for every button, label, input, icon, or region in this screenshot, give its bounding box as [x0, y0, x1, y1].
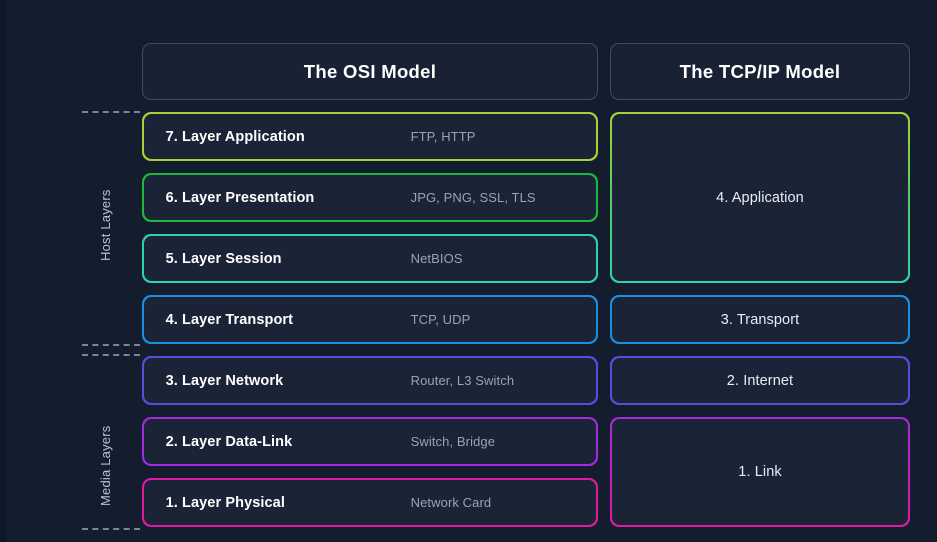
osi-layer-6-name: 6. Layer Presentation — [165, 189, 315, 206]
osi-layer-4-name: 4. Layer Transport — [165, 311, 294, 328]
group-divider-mid-a — [82, 344, 140, 346]
osi-layer-4[interactable]: 4. Layer Transport TCP, UDP — [142, 295, 598, 344]
osi-layer-3[interactable]: 3. Layer Network Router, L3 Switch — [142, 356, 598, 405]
group-label-media-layers: Media Layers — [98, 425, 113, 507]
diagram-canvas: Host Layers Media Layers The OSI Model T… — [0, 0, 937, 542]
tcpip-layer-4-application[interactable]: 4. Application — [610, 112, 910, 283]
osi-layer-7-name: 7. Layer Application — [165, 128, 305, 145]
tcpip-layer-3-transport[interactable]: 3. Transport — [610, 295, 910, 344]
tcpip-layer-2-label: 2. Internet — [726, 372, 794, 389]
osi-layer-3-name: 3. Layer Network — [165, 372, 284, 389]
group-divider-top — [82, 111, 140, 113]
osi-layer-7-protocols: FTP, HTTP — [410, 129, 476, 144]
osi-layer-7[interactable]: 7. Layer Application FTP, HTTP — [142, 112, 598, 161]
tcpip-header-title: The TCP/IP Model — [679, 60, 841, 82]
osi-layer-2[interactable]: 2. Layer Data-Link Switch, Bridge — [142, 417, 598, 466]
tcpip-layer-2-internet[interactable]: 2. Internet — [610, 356, 910, 405]
osi-layer-3-protocols: Router, L3 Switch — [410, 373, 515, 388]
layer-group-rail: Host Layers Media Layers — [0, 0, 140, 542]
tcpip-layer-3-label: 3. Transport — [720, 311, 800, 328]
group-label-host-layers: Host Layers — [98, 189, 113, 261]
osi-layer-1-protocols: Network Card — [410, 495, 492, 510]
group-divider-mid-b — [82, 354, 140, 356]
osi-layer-5-name: 5. Layer Session — [165, 250, 282, 267]
osi-layer-5[interactable]: 5. Layer Session NetBIOS — [142, 234, 598, 283]
tcpip-column-header: The TCP/IP Model — [610, 43, 910, 100]
osi-layer-6[interactable]: 6. Layer Presentation JPG, PNG, SSL, TLS — [142, 173, 598, 222]
osi-layer-5-protocols: NetBIOS — [410, 251, 463, 266]
osi-layer-1[interactable]: 1. Layer Physical Network Card — [142, 478, 598, 527]
osi-column-header: The OSI Model — [142, 43, 598, 100]
tcpip-layer-1-label: 1. Link — [738, 464, 782, 480]
tcpip-layer-1-link[interactable]: 1. Link — [610, 417, 910, 527]
osi-layer-2-name: 2. Layer Data-Link — [165, 433, 293, 450]
osi-layer-1-name: 1. Layer Physical — [165, 494, 285, 511]
tcpip-layer-4-label: 4. Application — [716, 189, 804, 206]
osi-header-title: The OSI Model — [303, 60, 437, 82]
osi-layer-4-protocols: TCP, UDP — [410, 312, 471, 327]
osi-layer-6-protocols: JPG, PNG, SSL, TLS — [410, 190, 536, 205]
osi-layer-2-protocols: Switch, Bridge — [410, 434, 496, 449]
